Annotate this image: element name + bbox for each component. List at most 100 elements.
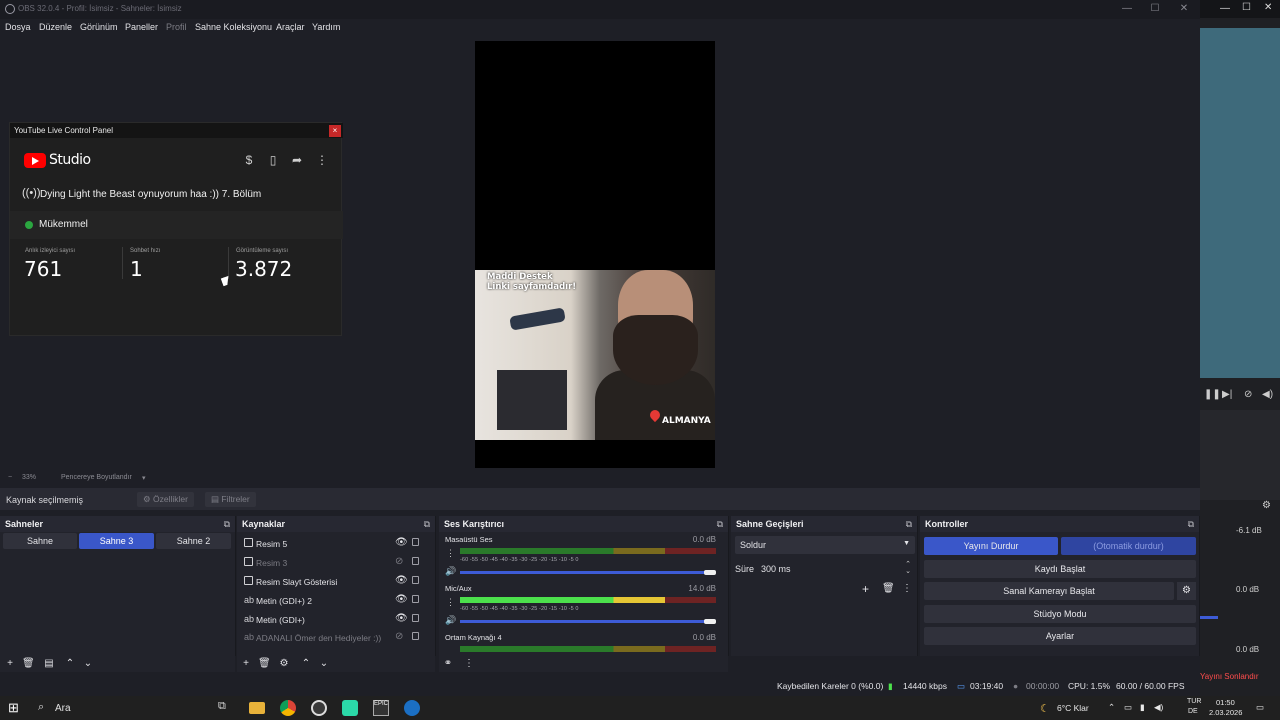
maximize-icon[interactable]: ☐ — [1242, 2, 1251, 13]
source-row[interactable]: Resim Slayt Gösterisi 👁 — [242, 574, 430, 592]
network-icon[interactable]: ▭ — [1124, 702, 1132, 713]
start-virtual-camera-button[interactable]: Sanal Kamerayı Başlat — [924, 582, 1174, 600]
duration-input[interactable]: 300 ms ⌃ ⌄ — [757, 560, 915, 576]
obs-taskbar-icon[interactable] — [311, 700, 327, 716]
undock-icon[interactable]: ⧉ — [1188, 519, 1194, 530]
move-up-icon[interactable]: ⌃ — [64, 658, 76, 669]
maximize-button[interactable]: ☐ — [1148, 3, 1162, 16]
lock-icon[interactable] — [412, 632, 419, 640]
gear-icon[interactable]: ⚙ — [278, 658, 290, 669]
source-row[interactable]: Resim 5 👁 — [242, 536, 430, 554]
task-view-icon[interactable]: ⧉ — [218, 700, 234, 716]
menu-edit[interactable]: Düzenle — [39, 22, 72, 32]
menu-scene-collection[interactable]: Sahne Koleksiyonu — [195, 22, 272, 32]
volume-icon[interactable]: ◀) — [1262, 389, 1273, 400]
volume-slider[interactable] — [460, 620, 710, 623]
scene-tab-sahne-3[interactable]: Sahne 3 — [79, 533, 154, 549]
minimize-icon[interactable]: — — [1220, 3, 1230, 14]
search-icon[interactable]: ⌕ — [38, 701, 44, 714]
monetization-icon[interactable]: $ — [242, 153, 256, 167]
notification-icon[interactable]: ▭ — [1256, 702, 1264, 713]
menu-file[interactable]: Dosya — [5, 22, 31, 32]
add-icon[interactable]: + — [240, 658, 252, 669]
undock-icon[interactable]: ⧉ — [424, 519, 430, 530]
source-row[interactable]: Resim 3 ⊘ — [242, 555, 430, 573]
app-icon[interactable] — [342, 700, 358, 716]
menu-docks[interactable]: Paneller — [125, 22, 158, 32]
move-down-icon[interactable]: ⌄ — [318, 658, 330, 669]
move-up-icon[interactable]: ⌃ — [300, 658, 312, 669]
minimize-button[interactable]: — — [1120, 3, 1134, 16]
volume-knob[interactable] — [704, 570, 716, 575]
more-icon[interactable]: ⋮ — [315, 153, 329, 167]
close-icon[interactable]: ✕ — [1264, 2, 1272, 13]
eye-icon[interactable]: 👁 — [395, 575, 408, 586]
eye-hidden-icon[interactable]: ⊘ — [395, 556, 403, 567]
menu-help[interactable]: Yardım — [312, 22, 340, 32]
start-recording-button[interactable]: Kaydı Başlat — [924, 560, 1196, 578]
speaker-icon[interactable]: 🔊 — [445, 615, 456, 626]
speaker-icon[interactable]: 🔊 — [445, 566, 456, 577]
trash-icon[interactable]: 🗑 — [22, 658, 35, 669]
source-row[interactable]: ab Metin (GDI+) 2 👁 — [242, 593, 430, 611]
trash-icon[interactable]: 🗑 — [882, 583, 895, 594]
end-stream-button[interactable]: Yayını Sonlandır — [1200, 672, 1280, 687]
gear-icon[interactable]: ⚙ — [1177, 582, 1196, 600]
source-row[interactable]: ab Metin (GDI+) 👁 — [242, 612, 430, 630]
more-icon[interactable]: ⋮ — [463, 658, 475, 669]
menu-view[interactable]: Görünüm — [80, 22, 118, 32]
scene-tab-sahne[interactable]: Sahne — [3, 533, 77, 549]
lock-icon[interactable] — [412, 595, 419, 603]
filter-icon[interactable]: ▤ — [43, 658, 55, 669]
clock-date[interactable]: 2.03.2026 — [1209, 708, 1242, 717]
add-icon[interactable]: + — [862, 582, 869, 596]
eye-hidden-icon[interactable]: ⊘ — [395, 631, 403, 642]
epic-games-icon[interactable]: EPIC — [373, 700, 389, 716]
chrome-icon[interactable] — [280, 700, 296, 716]
menu-tools[interactable]: Araçlar — [276, 22, 305, 32]
next-icon[interactable]: ▶| — [1222, 389, 1232, 400]
volume-slider[interactable] — [460, 571, 710, 574]
fit-to-window-button[interactable]: Pencereye Boyutlandır — [61, 474, 132, 481]
undock-icon[interactable]: ⧉ — [717, 519, 723, 530]
stop-stream-button[interactable]: Yayını Durdur — [924, 537, 1058, 555]
clock-time[interactable]: 01:50 — [1216, 698, 1235, 707]
taskbar-search[interactable]: Ara — [55, 703, 71, 714]
mute-mic-icon[interactable]: ⊘ — [1244, 389, 1252, 400]
close-button[interactable]: ✕ — [1177, 3, 1191, 16]
bookmark-icon[interactable]: ▯ — [266, 153, 280, 167]
steam-icon[interactable] — [404, 700, 420, 716]
pause-icon[interactable]: ❚❚ — [1204, 389, 1221, 400]
settings-button[interactable]: Ayarlar — [924, 627, 1196, 645]
add-icon[interactable]: + — [4, 658, 16, 669]
studio-mode-button[interactable]: Stüdyo Modu — [924, 605, 1196, 623]
filters-button[interactable]: ▤ Filtreler — [205, 492, 256, 507]
more-icon[interactable]: ⋮ — [446, 548, 455, 559]
link-icon[interactable]: ⚭ — [442, 658, 454, 669]
chevron-up-icon[interactable]: ⌃ — [1108, 702, 1115, 713]
move-down-icon[interactable]: ⌄ — [82, 658, 94, 669]
more-icon[interactable]: ⋮ — [446, 597, 455, 608]
lang-line2[interactable]: DE — [1188, 708, 1198, 715]
volume-icon[interactable]: ◀) — [1154, 702, 1163, 713]
transition-select[interactable]: Soldur ▼ — [735, 536, 915, 554]
lock-icon[interactable] — [412, 557, 419, 565]
auto-stop-button[interactable]: (Otomatik durdur) — [1061, 537, 1196, 555]
mic-icon[interactable]: ▮ — [1140, 702, 1145, 713]
eye-icon[interactable]: 👁 — [395, 613, 408, 624]
spin-down-icon[interactable]: ⌄ — [905, 567, 911, 575]
gear-icon[interactable]: ⚙ — [1262, 500, 1271, 511]
eye-icon[interactable]: 👁 — [395, 537, 408, 548]
scene-tab-sahne-2[interactable]: Sahne 2 — [156, 533, 231, 549]
properties-button[interactable]: ⚙ Özellikler — [137, 492, 194, 507]
source-row[interactable]: ab ADANALI Ömer den Hediyeler :)) ⊘ — [242, 630, 430, 648]
lock-icon[interactable] — [412, 538, 419, 546]
volume-knob[interactable] — [704, 619, 716, 624]
lock-icon[interactable] — [412, 614, 419, 622]
windows-start-icon[interactable]: ⊞ — [8, 700, 19, 716]
file-explorer-icon[interactable] — [249, 702, 265, 714]
menu-profile[interactable]: Profil — [166, 22, 187, 32]
trash-icon[interactable]: 🗑 — [258, 658, 271, 669]
more-icon[interactable]: ⋮ — [902, 583, 912, 594]
share-icon[interactable]: ➦ — [290, 153, 304, 167]
